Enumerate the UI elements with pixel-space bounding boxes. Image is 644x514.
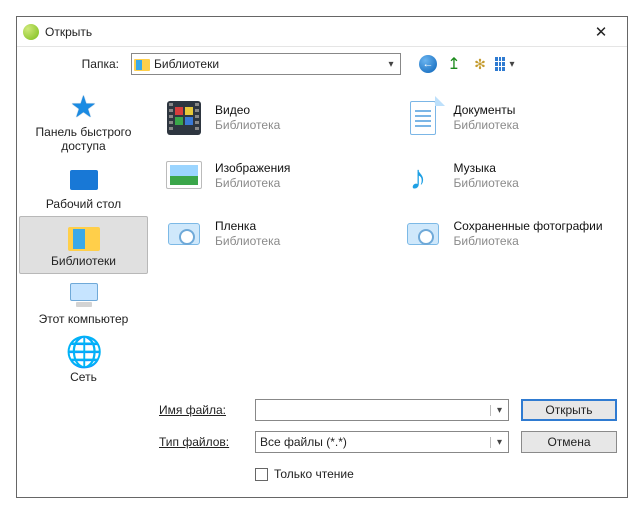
filename-input[interactable]: ▾	[255, 399, 509, 421]
chevron-down-icon: ▾	[507, 59, 517, 70]
readonly-label: Только чтение	[274, 467, 354, 481]
places-label: Этот компьютер	[39, 313, 129, 327]
back-arrow-icon: ←	[419, 55, 437, 73]
this-pc-icon	[66, 279, 102, 311]
filetype-text: Все файлы (*.*)	[256, 435, 490, 449]
library-item-saved-pictures[interactable]: Сохраненные фотографии Библиотека	[399, 207, 618, 261]
places-this-pc[interactable]: Этот компьютер	[19, 274, 148, 332]
open-button-label: Открыть	[545, 403, 592, 417]
places-label: Сеть	[70, 371, 97, 385]
pictures-icon	[163, 155, 205, 197]
camera-roll-icon	[163, 213, 205, 255]
open-button[interactable]: Открыть	[521, 399, 617, 421]
readonly-checkbox[interactable]	[255, 468, 268, 481]
library-item-videos[interactable]: Видео Библиотека	[160, 91, 379, 145]
item-name: Изображения	[215, 161, 290, 176]
item-name: Пленка	[215, 219, 280, 234]
chevron-down-icon: ▾	[490, 437, 508, 448]
window-title: Открыть	[45, 25, 581, 39]
videos-icon	[163, 97, 205, 139]
item-subtitle: Библиотека	[454, 234, 603, 249]
up-arrow-icon: ↥	[447, 54, 460, 74]
network-icon: 🌐	[66, 337, 102, 369]
places-quick-access[interactable]: ★ Панель быстрого доступа	[19, 87, 148, 159]
cancel-button-label: Отмена	[547, 435, 590, 449]
view-menu-button[interactable]: ▾	[495, 53, 517, 75]
filename-label: Имя файла:	[159, 403, 243, 417]
quick-access-icon: ★	[66, 92, 102, 124]
new-folder-button[interactable]: ✻	[469, 53, 491, 75]
places-bar: ★ Панель быстрого доступа Рабочий стол Б…	[17, 81, 150, 391]
folder-label: Папка:	[81, 57, 123, 71]
chevron-down-icon: ▾	[490, 405, 508, 416]
open-file-dialog: Открыть ✕ Папка: Библиотеки ▾ ← ↥ ✻ ▾	[16, 16, 628, 498]
cancel-button[interactable]: Отмена	[521, 431, 617, 453]
desktop-icon	[66, 164, 102, 196]
places-label: Рабочий стол	[46, 198, 121, 212]
libraries-icon	[134, 57, 150, 71]
dialog-footer: Имя файла: ▾ Открыть Тип файлов: Все фай…	[17, 391, 627, 497]
libraries-icon	[66, 221, 102, 253]
back-button[interactable]: ←	[417, 53, 439, 75]
close-button[interactable]: ✕	[581, 23, 621, 41]
item-subtitle: Библиотека	[454, 176, 519, 191]
item-subtitle: Библиотека	[454, 118, 519, 133]
places-network[interactable]: 🌐 Сеть	[19, 332, 148, 390]
item-subtitle: Библиотека	[215, 234, 280, 249]
dialog-body: ★ Панель быстрого доступа Рабочий стол Б…	[17, 81, 627, 391]
toolbar-buttons: ← ↥ ✻ ▾	[417, 53, 517, 75]
up-one-level-button[interactable]: ↥	[443, 53, 465, 75]
readonly-row: Только чтение	[255, 467, 509, 481]
library-item-music[interactable]: ♪ Музыка Библиотека	[399, 149, 618, 203]
documents-icon	[402, 97, 444, 139]
library-item-documents[interactable]: Документы Библиотека	[399, 91, 618, 145]
item-name: Сохраненные фотографии	[454, 219, 603, 234]
item-subtitle: Библиотека	[215, 118, 280, 133]
music-icon: ♪	[402, 155, 444, 197]
places-libraries[interactable]: Библиотеки	[19, 216, 148, 274]
saved-pictures-icon	[402, 213, 444, 255]
places-desktop[interactable]: Рабочий стол	[19, 159, 148, 217]
item-name: Документы	[454, 103, 519, 118]
filetype-label: Тип файлов:	[159, 435, 243, 449]
file-list[interactable]: Видео Библиотека Документы Библиотека Из…	[150, 81, 627, 391]
app-icon	[23, 24, 39, 40]
current-folder-text: Библиотеки	[154, 57, 380, 71]
new-folder-icon: ✻	[474, 56, 486, 73]
item-subtitle: Библиотека	[215, 176, 290, 191]
item-name: Видео	[215, 103, 280, 118]
places-label: Библиотеки	[51, 255, 116, 269]
item-name: Музыка	[454, 161, 519, 176]
folder-combo[interactable]: Библиотеки ▾	[131, 53, 401, 75]
chevron-down-icon: ▾	[384, 59, 398, 70]
folder-toolbar: Папка: Библиотеки ▾ ← ↥ ✻ ▾	[17, 47, 627, 81]
filetype-select[interactable]: Все файлы (*.*) ▾	[255, 431, 509, 453]
library-item-camera-roll[interactable]: Пленка Библиотека	[160, 207, 379, 261]
view-grid-icon	[495, 57, 505, 71]
titlebar: Открыть ✕	[17, 17, 627, 47]
places-label: Панель быстрого доступа	[22, 126, 145, 154]
library-item-pictures[interactable]: Изображения Библиотека	[160, 149, 379, 203]
